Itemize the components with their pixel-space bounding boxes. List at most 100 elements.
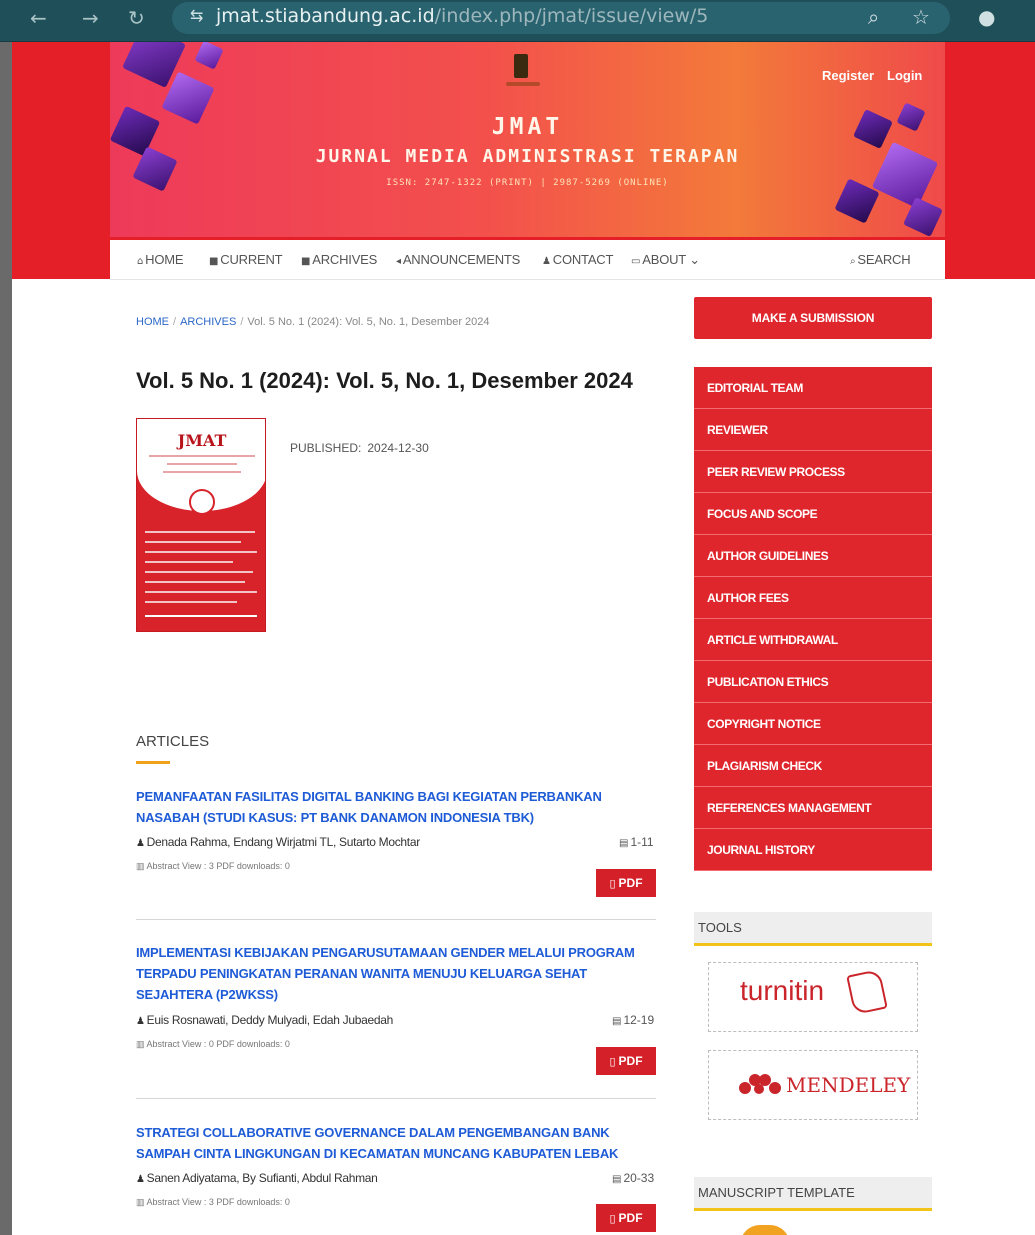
articles-heading-underline	[136, 761, 170, 764]
sidebar-item-article-withdrawal[interactable]: ARTICLE WITHDRAWAL	[694, 619, 932, 661]
sidebar-item-author-fees[interactable]: AUTHOR FEES	[694, 577, 932, 619]
article-pages: ▤ 20-33	[612, 1171, 655, 1185]
zoom-icon[interactable]: ⌕	[868, 5, 879, 29]
cover-text-line	[145, 531, 255, 533]
site-info-icon[interactable]: ⇆	[190, 6, 203, 26]
breadcrumb: HOME / ARCHIVES / Vol. 5 No. 1 (2024): Vol. …	[136, 316, 490, 328]
page-title: Vol. 5 No. 1 (2024): Vol. 5, No. 1, Dese…	[136, 368, 633, 393]
cover-line	[167, 463, 237, 465]
nav-contact[interactable]: ♟ CONTACT	[542, 252, 613, 267]
article-authors: ♟ Denada Rahma, Endang Wirjatmi TL, Sutar…	[136, 835, 420, 849]
search-icon: ⌕	[850, 256, 856, 267]
article-title-link[interactable]: STRATEGI COLLABORATIVE GOVERNANCE DALAM …	[136, 1122, 646, 1164]
article-title-link[interactable]: PEMANFAATAN FASILITAS DIGITAL BANKING BA…	[136, 786, 646, 828]
cover-text-line	[145, 581, 245, 583]
cover-text-line	[145, 601, 237, 603]
journal-issn: ISSN: 2747-1322 (PRINT) | 2987-5269 (ONL…	[386, 178, 669, 188]
nav-announcements[interactable]: ◂ ANNOUNCEMENTS	[396, 252, 520, 267]
decor-cube	[194, 42, 224, 70]
mendeley-logo[interactable]: MENDELEY	[786, 1073, 910, 1097]
nav-search[interactable]: ⌕ SEARCH	[850, 252, 911, 267]
issue-cover-image[interactable]: JMAT	[136, 418, 266, 632]
browser-toolbar: ← → ↻ ⇆ jmat.stiabandung.ac.id/index.php…	[0, 0, 1035, 42]
profile-icon[interactable]: ●	[978, 5, 995, 29]
sidebar-item-copyright-notice[interactable]: COPYRIGHT NOTICE	[694, 703, 932, 745]
journal-logo-icon	[514, 54, 528, 78]
folder-icon: ■	[301, 256, 311, 267]
cover-text-line	[145, 551, 257, 553]
breadcrumb-current: Vol. 5 No. 1 (2024): Vol. 5, No. 1, Dese…	[247, 316, 490, 328]
make-submission-button[interactable]: MAKE A SUBMISSION	[694, 297, 932, 339]
file-icon: ▤	[619, 838, 629, 849]
nav-current[interactable]: ■ CURRENT	[209, 252, 283, 267]
pdf-file-icon: ▯	[609, 877, 616, 890]
breadcrumb-separator: /	[173, 316, 177, 328]
login-link[interactable]: Login	[887, 68, 922, 83]
sidebar-item-focus-and-scope[interactable]: FOCUS AND SCOPE	[694, 493, 932, 535]
pdf-download-button[interactable]: ▯ PDF	[596, 869, 656, 897]
mendeley-icon	[739, 1070, 781, 1098]
sidebar-item-peer-review-process[interactable]: PEER REVIEW PROCESS	[694, 451, 932, 493]
reload-icon[interactable]: ↻	[128, 6, 145, 30]
back-icon[interactable]: ←	[30, 6, 47, 30]
cover-seal-icon	[189, 489, 215, 515]
article-title-link[interactable]: IMPLEMENTASI KEBIJAKAN PENGARUSUTAMAAN G…	[136, 942, 646, 1005]
bar-chart-icon: ▥	[136, 1197, 147, 1207]
article-stats: ▥ Abstract View : 3 PDF downloads: 0	[136, 861, 290, 871]
journal-abbreviation: JMAT	[491, 114, 564, 140]
pdf-file-icon: ▯	[609, 1055, 616, 1068]
pdf-file-icon: ▯	[609, 1212, 616, 1225]
bookmark-icon[interactable]: ☆	[912, 5, 930, 29]
article-stats: ▥ Abstract View : 3 PDF downloads: 0	[136, 1197, 290, 1207]
sidebar-item-references-management[interactable]: REFERENCES MANAGEMENT	[694, 787, 932, 829]
breadcrumb-archives[interactable]: ARCHIVES	[180, 316, 236, 328]
bullhorn-icon: ◂	[396, 256, 401, 267]
book-icon: ■	[209, 256, 219, 267]
cover-text-line	[145, 561, 233, 563]
address-url[interactable]: jmat.stiabandung.ac.id/index.php/jmat/is…	[216, 5, 708, 27]
template-logo-icon[interactable]	[740, 1225, 790, 1235]
article-pages: ▤ 12-19	[612, 1013, 655, 1027]
user-icon: ♟	[136, 1016, 145, 1027]
user-icon: ♟	[136, 838, 145, 849]
cover-title: JMAT	[177, 431, 227, 450]
cover-text-line	[145, 541, 241, 543]
sidebar-item-journal-history[interactable]: JOURNAL HISTORY	[694, 829, 932, 871]
nav-about[interactable]: ▭ ABOUT ⌄	[631, 252, 700, 268]
cover-line	[149, 455, 255, 457]
file-icon: ▤	[612, 1016, 622, 1027]
sidebar-menu: EDITORIAL TEAM REVIEWER PEER REVIEW PROC…	[694, 367, 932, 871]
nav-archives[interactable]: ■ ARCHIVES	[301, 252, 377, 267]
article-authors: ♟ Sanen Adiyatama, By Sufianti, Abdul Rah…	[136, 1171, 378, 1185]
monitor-icon: ▭	[631, 256, 641, 267]
pdf-download-button[interactable]: ▯ PDF	[596, 1047, 656, 1075]
article-stats: ▥ Abstract View : 0 PDF downloads: 0	[136, 1039, 290, 1049]
sidebar-item-author-guidelines[interactable]: AUTHOR GUIDELINES	[694, 535, 932, 577]
articles-heading: ARTICLES	[136, 733, 210, 750]
breadcrumb-home[interactable]: HOME	[136, 316, 169, 328]
user-icon: ♟	[542, 256, 551, 267]
sidebar-item-publication-ethics[interactable]: PUBLICATION ETHICS	[694, 661, 932, 703]
sidebar-item-reviewer[interactable]: REVIEWER	[694, 409, 932, 451]
cover-line	[163, 471, 241, 473]
manuscript-template-heading: MANUSCRIPT TEMPLATE	[694, 1177, 932, 1211]
article-pages: ▤ 1-11	[619, 835, 654, 849]
sidebar-item-editorial-team[interactable]: EDITORIAL TEAM	[694, 367, 932, 409]
turnitin-logo[interactable]: turnitin	[740, 975, 824, 1007]
home-icon: ⌂	[137, 256, 144, 267]
file-icon: ▤	[612, 1174, 622, 1185]
sidebar-item-plagiarism-check[interactable]: PLAGIARISM CHECK	[694, 745, 932, 787]
bar-chart-icon: ▥	[136, 1039, 147, 1049]
forward-icon[interactable]: →	[82, 6, 99, 30]
main-nav: ⌂ HOME ■ CURRENT ■ ARCHIVES ◂ ANNOUNCEMENTS …	[110, 240, 945, 280]
journal-banner: JMAT JURNAL MEDIA ADMINISTRASI TERAPAN I…	[110, 42, 945, 237]
pdf-download-button[interactable]: ▯ PDF	[596, 1204, 656, 1232]
article-authors: ♟ Euis Rosnawati, Deddy Mulyadi, Edah Jub…	[136, 1013, 393, 1027]
nav-home[interactable]: ⌂ HOME	[137, 252, 184, 267]
chevron-down-icon: ⌄	[689, 252, 700, 267]
tools-heading: TOOLS	[694, 912, 932, 946]
cover-text-line	[145, 571, 253, 573]
user-icon: ♟	[136, 1174, 145, 1185]
journal-name: JURNAL MEDIA ADMINISTRASI TERAPAN	[315, 146, 740, 167]
register-link[interactable]: Register	[822, 68, 874, 83]
